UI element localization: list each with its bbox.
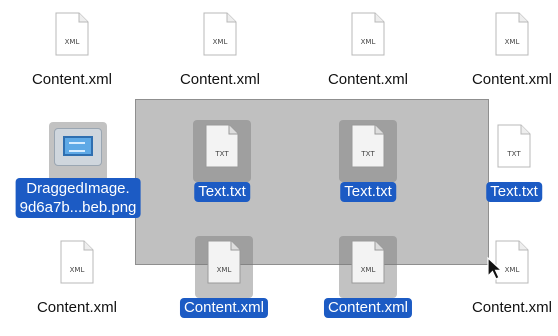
- file-name: Content.xml: [31, 71, 113, 88]
- file-ext-label: XML: [64, 38, 80, 46]
- file-ext-label: XML: [360, 38, 376, 46]
- file-name: DraggedImage. 9d6a7b...beb.png: [15, 178, 141, 218]
- file-ext-label: TXT: [361, 150, 375, 158]
- txt-file-icon: TXT: [339, 120, 397, 182]
- file-item[interactable]: TXT Text.txt: [298, 120, 438, 220]
- file-name-line2: 9d6a7b...beb.png: [19, 199, 137, 216]
- mouse-pointer-icon: [487, 256, 504, 281]
- txt-file-icon: TXT: [193, 120, 251, 182]
- file-ext-label: XML: [212, 38, 228, 46]
- file-name: Content.xml: [471, 299, 553, 316]
- file-item[interactable]: XML Content.xml: [298, 8, 438, 108]
- file-name: Content.xml: [471, 71, 553, 88]
- file-name: Content.xml: [327, 71, 409, 88]
- xml-file-icon: XML: [195, 236, 253, 298]
- file-item[interactable]: TXT Text.txt: [444, 120, 558, 220]
- xml-file-icon: XML: [46, 8, 98, 72]
- file-item[interactable]: XML Content.xml: [154, 236, 294, 336]
- file-item[interactable]: XML Content.xml: [2, 8, 142, 108]
- file-name: Content.xml: [179, 298, 269, 318]
- xml-file-icon: XML: [486, 8, 538, 72]
- file-name: Content.xml: [36, 299, 118, 316]
- file-item[interactable]: XML Content.xml: [150, 8, 290, 108]
- image-file-icon: [49, 122, 107, 184]
- xml-file-icon: XML: [194, 8, 246, 72]
- file-ext-label: XML: [69, 266, 85, 274]
- xml-file-icon: XML: [339, 236, 397, 298]
- file-item[interactable]: XML Content.xml: [7, 236, 147, 336]
- file-name: Text.txt: [486, 182, 542, 202]
- xml-file-icon: XML: [342, 8, 394, 72]
- file-name: Content.xml: [179, 71, 261, 88]
- file-ext-label: TXT: [507, 150, 521, 158]
- file-item[interactable]: XML Content.xml: [298, 236, 438, 336]
- file-item[interactable]: XML Content.xml: [442, 8, 558, 108]
- file-ext-label: XML: [216, 266, 232, 274]
- txt-file-icon: TXT: [488, 120, 540, 184]
- file-ext-label: XML: [504, 38, 520, 46]
- xml-file-icon: XML: [51, 236, 103, 300]
- file-name-line1: DraggedImage.: [26, 180, 130, 197]
- file-item[interactable]: TXT Text.txt: [152, 120, 292, 220]
- file-ext-label: TXT: [215, 150, 229, 158]
- file-ext-label: XML: [360, 266, 376, 274]
- file-item[interactable]: DraggedImage. 9d6a7b...beb.png: [8, 120, 148, 220]
- file-name: Text.txt: [340, 182, 396, 202]
- file-item[interactable]: XML Content.xml: [442, 236, 558, 336]
- file-name: Content.xml: [323, 298, 413, 318]
- file-name: Text.txt: [194, 182, 250, 202]
